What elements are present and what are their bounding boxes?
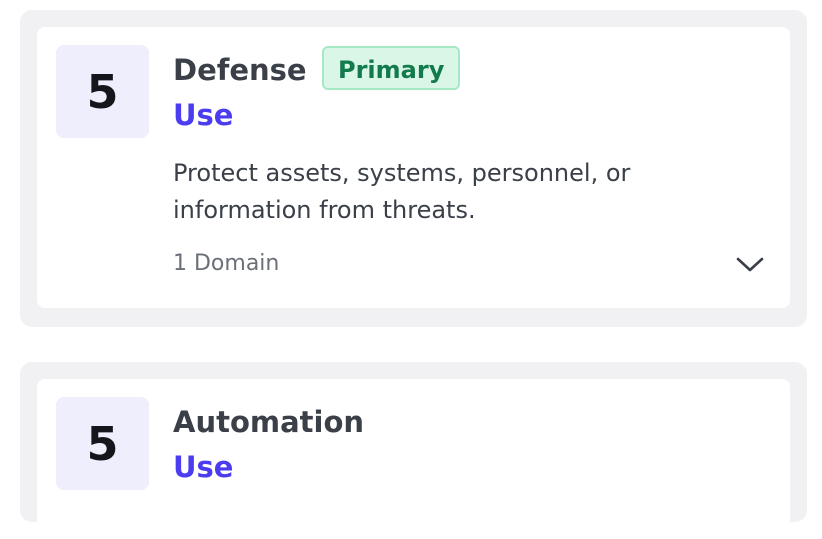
use-card-automation[interactable]: 5 Automation Use (37, 379, 790, 539)
card-wrapper-automation: 5 Automation Use (20, 362, 807, 539)
count-box: 5 (56, 397, 149, 490)
card-subtitle: Use (173, 98, 234, 132)
chevron-down-icon[interactable] (735, 253, 765, 275)
card-title: Defense (173, 53, 307, 87)
domain-count: 1 Domain (173, 251, 280, 276)
primary-badge: Primary (322, 46, 461, 90)
card-description: Protect assets, systems, personnel, or i… (173, 159, 631, 224)
card-title: Automation (173, 405, 365, 439)
card-wrapper-defense: 5 Defense Primary Use Protect assets, sy… (20, 10, 807, 327)
count-box: 5 (56, 45, 149, 138)
card-subtitle: Use (173, 450, 234, 484)
use-card-defense[interactable]: 5 Defense Primary Use Protect assets, sy… (37, 27, 790, 308)
